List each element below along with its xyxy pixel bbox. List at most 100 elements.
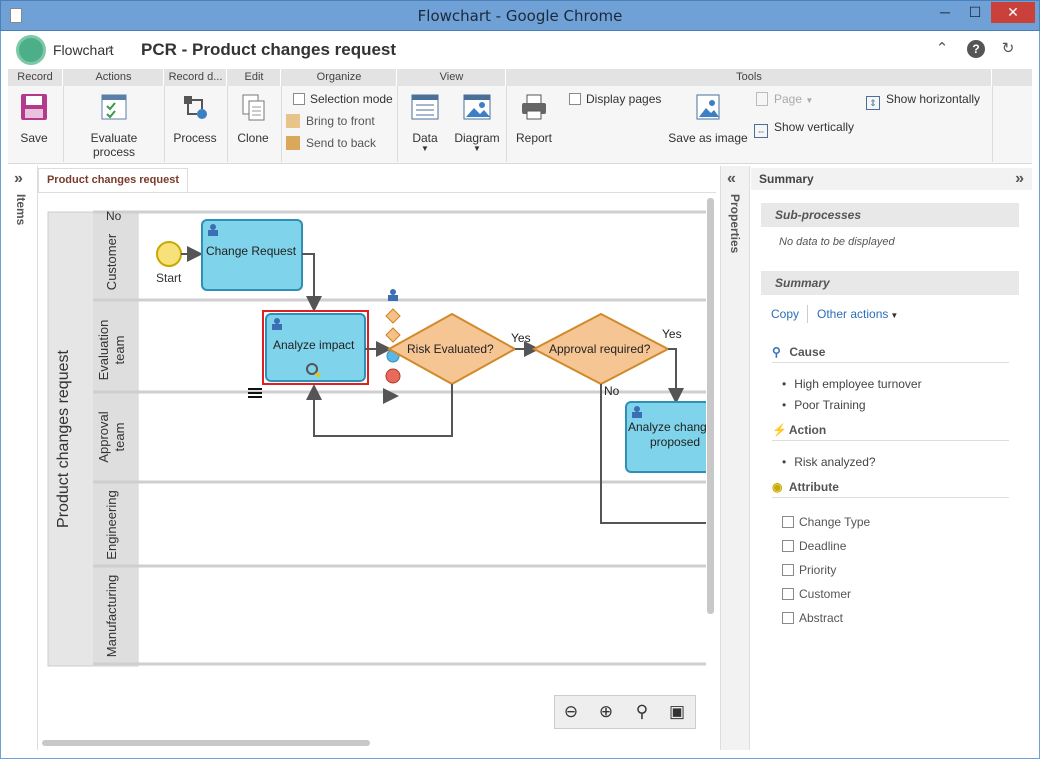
items-rail[interactable]: » Items (8, 166, 38, 750)
properties-rail[interactable]: « Properties (720, 166, 750, 750)
collapse-chevron-icon[interactable]: » (1015, 170, 1024, 188)
flowchart-diagram: Product changes request Customer Evaluat… (47, 209, 706, 667)
send-to-back-button[interactable]: Send to back (286, 134, 376, 152)
bring-to-front-button[interactable]: Bring to front (286, 112, 375, 130)
process-label: Process (173, 131, 217, 145)
close-button[interactable]: ✕ (991, 2, 1035, 23)
display-pages-label: Display pages (586, 92, 662, 106)
help-icon[interactable]: ? (967, 40, 985, 58)
tab-product-changes-request[interactable]: Product changes request (38, 168, 188, 192)
action-header: ⚡ Action (772, 423, 1009, 441)
minimize-button[interactable]: ─ (931, 2, 959, 23)
yes-label-1: Yes (511, 331, 531, 345)
start-event[interactable] (156, 241, 182, 267)
cause-item: High employee turnover (782, 377, 921, 391)
attribute-checkbox-abstract[interactable]: Abstract (782, 611, 843, 625)
ribbon-divider (506, 86, 507, 162)
divider (807, 305, 808, 323)
bring-front-label: Bring to front (306, 114, 375, 128)
properties-label: Properties (728, 194, 742, 254)
horizontal-layout-icon: ⇕ (866, 96, 880, 110)
palette-user-task-icon[interactable] (390, 289, 396, 295)
ribbon-divider (397, 86, 398, 162)
flow-arrow (668, 348, 684, 404)
zoom-out-icon[interactable]: ⊖ (560, 702, 582, 724)
checkbox-icon (569, 93, 581, 105)
evaluate-process-button[interactable]: Evaluate process (68, 92, 160, 159)
collapse-chevron-icon[interactable]: « (727, 170, 736, 188)
refresh-icon[interactable]: ↻ (999, 40, 1017, 58)
caret-down-icon: ▼ (805, 96, 814, 105)
save-image-label: Save as image (668, 131, 748, 145)
data-dropdown-button[interactable]: Data ▼ (406, 92, 444, 153)
breadcrumb-separator-icon: › (108, 40, 113, 57)
other-actions-label: Other actions (817, 307, 889, 321)
menu-icon-line (248, 396, 262, 398)
expand-chevron-icon[interactable]: » (14, 170, 23, 188)
user-task-icon-body (208, 230, 218, 236)
clone-button[interactable]: Clone (232, 92, 274, 145)
palette-gateway-icon[interactable] (385, 308, 401, 324)
palette-parallel-gateway-icon[interactable] (385, 327, 401, 343)
zoom-in-icon[interactable]: ⊕ (595, 702, 617, 724)
cause-label: Cause (789, 345, 826, 359)
display-pages-checkbox[interactable]: Display pages (569, 90, 661, 108)
checkbox-icon (782, 612, 794, 624)
selection-mode-label: Selection mode (310, 92, 393, 106)
printer-icon (522, 94, 546, 120)
horizontal-scrollbar[interactable] (42, 740, 370, 746)
attribute-label: Priority (799, 563, 837, 577)
report-label: Report (515, 131, 553, 145)
attribute-checkbox-customer[interactable]: Customer (782, 587, 851, 601)
show-horizontally-button[interactable]: ⇕ Show horizontally (866, 90, 980, 110)
save-button[interactable]: Save (14, 92, 54, 145)
other-actions-dropdown[interactable]: Other actions ▼ (817, 307, 898, 321)
data-grid-icon (411, 94, 439, 120)
breadcrumb-home[interactable]: Flowchart (53, 42, 114, 58)
vertical-layout-icon: ⇔ (754, 124, 768, 138)
attribute-checkbox-change-type[interactable]: Change Type (782, 515, 870, 529)
checkbox-icon (782, 588, 794, 600)
page-dropdown[interactable]: Page ▼ (756, 90, 813, 108)
cause-item: Poor Training (782, 398, 865, 412)
summary-section-header[interactable]: Summary (761, 271, 1019, 295)
gateway-risk-label: Risk Evaluated? (407, 342, 494, 356)
attribute-header: ◉ Attribute (772, 480, 1009, 498)
diagram-dropdown-button[interactable]: Diagram ▼ (453, 92, 501, 153)
menu-icon[interactable] (248, 388, 262, 390)
vertical-scrollbar[interactable] (707, 198, 714, 614)
palette-end-event-icon[interactable] (385, 368, 401, 384)
task-analyze-changes-label-1: Analyze chang (628, 420, 706, 434)
caret-down-icon: ▼ (473, 144, 481, 153)
attribute-checkbox-deadline[interactable]: Deadline (782, 539, 846, 553)
user-task-icon-body (272, 324, 282, 330)
attribute-checkbox-priority[interactable]: Priority (782, 563, 836, 577)
page-title: PCR - Product changes request (141, 40, 397, 59)
send-back-icon (286, 136, 300, 150)
menu-icon-line (248, 392, 262, 394)
folder-icon[interactable]: ▣ (666, 702, 688, 724)
task-analyze-changes-label-2: proposed (650, 435, 700, 449)
selection-mode-checkbox[interactable]: Selection mode (293, 90, 393, 108)
show-vertically-button[interactable]: ⇔ Show vertically (754, 118, 854, 138)
maximize-button[interactable]: ☐ (961, 2, 989, 23)
attribute-label: Attribute (788, 480, 839, 494)
process-button[interactable]: Process (170, 92, 220, 145)
task-change-request-label: Change Request (206, 244, 297, 258)
report-button[interactable]: Report (512, 92, 556, 145)
copy-link[interactable]: Copy (771, 307, 799, 321)
gateway-approval-label: Approval required? (549, 342, 651, 356)
save-as-image-button[interactable]: Save as image (668, 92, 748, 145)
zoom-fit-icon[interactable]: ⚲ (631, 702, 653, 724)
lightning-icon: ⚡ (772, 423, 787, 437)
attribute-label: Customer (799, 587, 852, 601)
collapse-up-icon[interactable]: ⌃ (933, 40, 951, 58)
ribbon-group-labels: Record Actions Record d... Edit Organize… (8, 69, 1032, 86)
subprocesses-section-header[interactable]: Sub-processes (761, 203, 1019, 227)
clone-label: Clone (237, 131, 269, 145)
ribbon-divider (992, 86, 993, 162)
task-analyze-impact-label: Analyze impact (273, 338, 355, 352)
checkbox-icon (293, 93, 305, 105)
user-task-icon-body (632, 412, 642, 418)
diagram-image-icon (463, 94, 491, 120)
